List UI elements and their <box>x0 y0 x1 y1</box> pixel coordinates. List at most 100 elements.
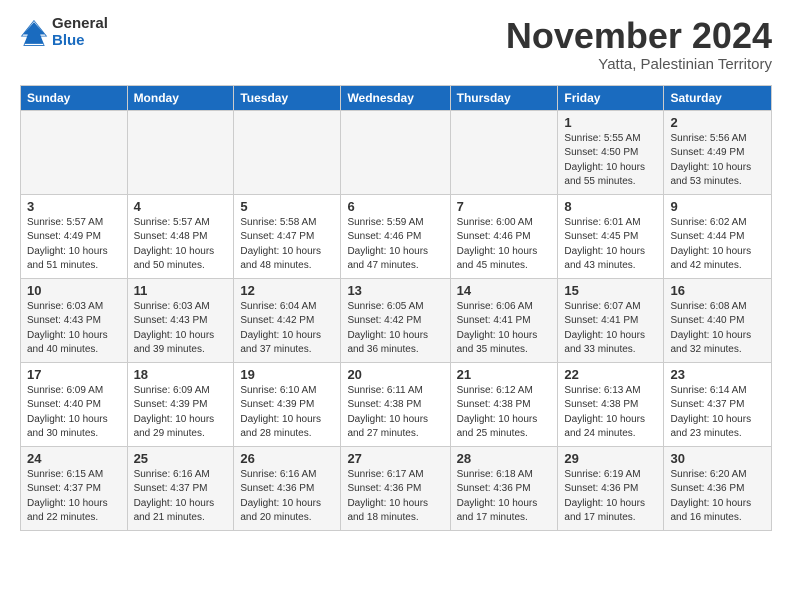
logo-blue-text: Blue <box>52 33 108 50</box>
day-number: 10 <box>27 283 121 298</box>
day-number: 19 <box>240 367 334 382</box>
calendar-header-tuesday: Tuesday <box>234 85 341 110</box>
day-number: 16 <box>670 283 765 298</box>
calendar-week-row: 3 Sunrise: 5:57 AM Sunset: 4:49 PM Daylig… <box>21 194 772 278</box>
day-number: 3 <box>27 199 121 214</box>
calendar-header-sunday: Sunday <box>21 85 128 110</box>
day-number: 23 <box>670 367 765 382</box>
day-info: Sunrise: 5:59 AM Sunset: 4:46 PM Dayligh… <box>347 216 443 274</box>
day-info: Sunrise: 5:58 AM Sunset: 4:47 PM Dayligh… <box>240 216 334 274</box>
calendar-header-saturday: Saturday <box>664 85 772 110</box>
calendar-cell: 28 Sunrise: 6:18 AM Sunset: 4:36 PM Dayli… <box>450 446 558 530</box>
day-info: Sunrise: 5:57 AM Sunset: 4:49 PM Dayligh… <box>27 216 121 274</box>
calendar-header-friday: Friday <box>558 85 664 110</box>
day-info: Sunrise: 6:16 AM Sunset: 4:37 PM Dayligh… <box>134 468 228 526</box>
calendar-cell <box>234 110 341 194</box>
calendar-cell: 1 Sunrise: 5:55 AM Sunset: 4:50 PM Daylig… <box>558 110 664 194</box>
month-title: November 2024 <box>506 16 772 56</box>
day-info: Sunrise: 6:10 AM Sunset: 4:39 PM Dayligh… <box>240 384 334 442</box>
day-number: 1 <box>564 115 657 130</box>
logo-icon <box>20 19 48 47</box>
day-info: Sunrise: 6:03 AM Sunset: 4:43 PM Dayligh… <box>27 300 121 358</box>
day-number: 11 <box>134 283 228 298</box>
calendar-cell: 5 Sunrise: 5:58 AM Sunset: 4:47 PM Daylig… <box>234 194 341 278</box>
logo-general-text: General <box>52 16 108 33</box>
day-number: 6 <box>347 199 443 214</box>
calendar-cell: 4Sunrise: 5:57 AM Sunset: 4:48 PM Daylig… <box>127 194 234 278</box>
calendar-cell: 2Sunrise: 5:56 AM Sunset: 4:49 PM Daylig… <box>664 110 772 194</box>
day-info: Sunrise: 6:06 AM Sunset: 4:41 PM Dayligh… <box>457 300 552 358</box>
calendar-cell: 30Sunrise: 6:20 AM Sunset: 4:36 PM Dayli… <box>664 446 772 530</box>
calendar-cell: 8Sunrise: 6:01 AM Sunset: 4:45 PM Daylig… <box>558 194 664 278</box>
calendar-cell: 10 Sunrise: 6:03 AM Sunset: 4:43 PM Dayli… <box>21 278 128 362</box>
day-info: Sunrise: 6:02 AM Sunset: 4:44 PM Dayligh… <box>670 216 765 274</box>
day-number: 18 <box>134 367 228 382</box>
calendar-header-row: SundayMondayTuesdayWednesdayThursdayFrid… <box>21 85 772 110</box>
calendar-table: SundayMondayTuesdayWednesdayThursdayFrid… <box>20 85 772 531</box>
calendar-cell: 11 Sunrise: 6:03 AM Sunset: 4:43 PM Dayli… <box>127 278 234 362</box>
calendar-header-monday: Monday <box>127 85 234 110</box>
day-info: Sunrise: 6:11 AM Sunset: 4:38 PM Dayligh… <box>347 384 443 442</box>
calendar-cell: 13 Sunrise: 6:05 AM Sunset: 4:42 PM Dayli… <box>341 278 450 362</box>
subtitle: Yatta, Palestinian Territory <box>506 56 772 73</box>
calendar-cell <box>341 110 450 194</box>
day-number: 15 <box>564 283 657 298</box>
calendar-cell: 22 Sunrise: 6:13 AM Sunset: 4:38 PM Dayli… <box>558 362 664 446</box>
day-number: 9 <box>670 199 765 214</box>
day-number: 22 <box>564 367 657 382</box>
day-info: Sunrise: 5:55 AM Sunset: 4:50 PM Dayligh… <box>564 132 657 190</box>
day-info: Sunrise: 5:56 AM Sunset: 4:49 PM Dayligh… <box>670 132 765 190</box>
day-info: Sunrise: 6:15 AM Sunset: 4:37 PM Dayligh… <box>27 468 121 526</box>
logo: General Blue <box>20 16 108 49</box>
calendar-cell <box>450 110 558 194</box>
day-info: Sunrise: 6:05 AM Sunset: 4:42 PM Dayligh… <box>347 300 443 358</box>
day-number: 21 <box>457 367 552 382</box>
day-number: 5 <box>240 199 334 214</box>
calendar-cell: 14 Sunrise: 6:06 AM Sunset: 4:41 PM Dayli… <box>450 278 558 362</box>
day-info: Sunrise: 6:18 AM Sunset: 4:36 PM Dayligh… <box>457 468 552 526</box>
day-info: Sunrise: 6:20 AM Sunset: 4:36 PM Dayligh… <box>670 468 765 526</box>
day-number: 28 <box>457 451 552 466</box>
day-number: 27 <box>347 451 443 466</box>
calendar-cell: 6 Sunrise: 5:59 AM Sunset: 4:46 PM Daylig… <box>341 194 450 278</box>
calendar-cell: 17 Sunrise: 6:09 AM Sunset: 4:40 PM Dayli… <box>21 362 128 446</box>
calendar-week-row: 17 Sunrise: 6:09 AM Sunset: 4:40 PM Dayli… <box>21 362 772 446</box>
calendar-cell: 18 Sunrise: 6:09 AM Sunset: 4:39 PM Dayli… <box>127 362 234 446</box>
day-number: 17 <box>27 367 121 382</box>
calendar-header-wednesday: Wednesday <box>341 85 450 110</box>
calendar-cell: 20 Sunrise: 6:11 AM Sunset: 4:38 PM Dayli… <box>341 362 450 446</box>
calendar-cell: 3 Sunrise: 5:57 AM Sunset: 4:49 PM Daylig… <box>21 194 128 278</box>
day-number: 20 <box>347 367 443 382</box>
day-number: 8 <box>564 199 657 214</box>
day-number: 12 <box>240 283 334 298</box>
calendar-cell: 29Sunrise: 6:19 AM Sunset: 4:36 PM Dayli… <box>558 446 664 530</box>
day-number: 13 <box>347 283 443 298</box>
day-info: Sunrise: 6:13 AM Sunset: 4:38 PM Dayligh… <box>564 384 657 442</box>
calendar-header-thursday: Thursday <box>450 85 558 110</box>
calendar-cell: 16Sunrise: 6:08 AM Sunset: 4:40 PM Dayli… <box>664 278 772 362</box>
day-info: Sunrise: 6:09 AM Sunset: 4:39 PM Dayligh… <box>134 384 228 442</box>
day-info: Sunrise: 6:09 AM Sunset: 4:40 PM Dayligh… <box>27 384 121 442</box>
day-info: Sunrise: 6:03 AM Sunset: 4:43 PM Dayligh… <box>134 300 228 358</box>
calendar-week-row: 10 Sunrise: 6:03 AM Sunset: 4:43 PM Dayli… <box>21 278 772 362</box>
day-info: Sunrise: 6:16 AM Sunset: 4:36 PM Dayligh… <box>240 468 334 526</box>
calendar-cell: 7 Sunrise: 6:00 AM Sunset: 4:46 PM Daylig… <box>450 194 558 278</box>
day-number: 14 <box>457 283 552 298</box>
calendar-cell: 12 Sunrise: 6:04 AM Sunset: 4:42 PM Dayli… <box>234 278 341 362</box>
day-number: 4 <box>134 199 228 214</box>
day-info: Sunrise: 6:04 AM Sunset: 4:42 PM Dayligh… <box>240 300 334 358</box>
calendar-cell: 23Sunrise: 6:14 AM Sunset: 4:37 PM Dayli… <box>664 362 772 446</box>
calendar-cell: 26 Sunrise: 6:16 AM Sunset: 4:36 PM Dayli… <box>234 446 341 530</box>
calendar-cell: 9 Sunrise: 6:02 AM Sunset: 4:44 PM Daylig… <box>664 194 772 278</box>
calendar-cell: 25 Sunrise: 6:16 AM Sunset: 4:37 PM Dayli… <box>127 446 234 530</box>
day-number: 24 <box>27 451 121 466</box>
day-info: Sunrise: 6:00 AM Sunset: 4:46 PM Dayligh… <box>457 216 552 274</box>
calendar-cell <box>127 110 234 194</box>
day-number: 7 <box>457 199 552 214</box>
calendar-cell: 19 Sunrise: 6:10 AM Sunset: 4:39 PM Dayli… <box>234 362 341 446</box>
day-number: 26 <box>240 451 334 466</box>
page: General Blue November 2024 Yatta, Palest… <box>0 0 792 547</box>
day-number: 25 <box>134 451 228 466</box>
day-number: 29 <box>564 451 657 466</box>
title-block: November 2024 Yatta, Palestinian Territo… <box>506 16 772 73</box>
